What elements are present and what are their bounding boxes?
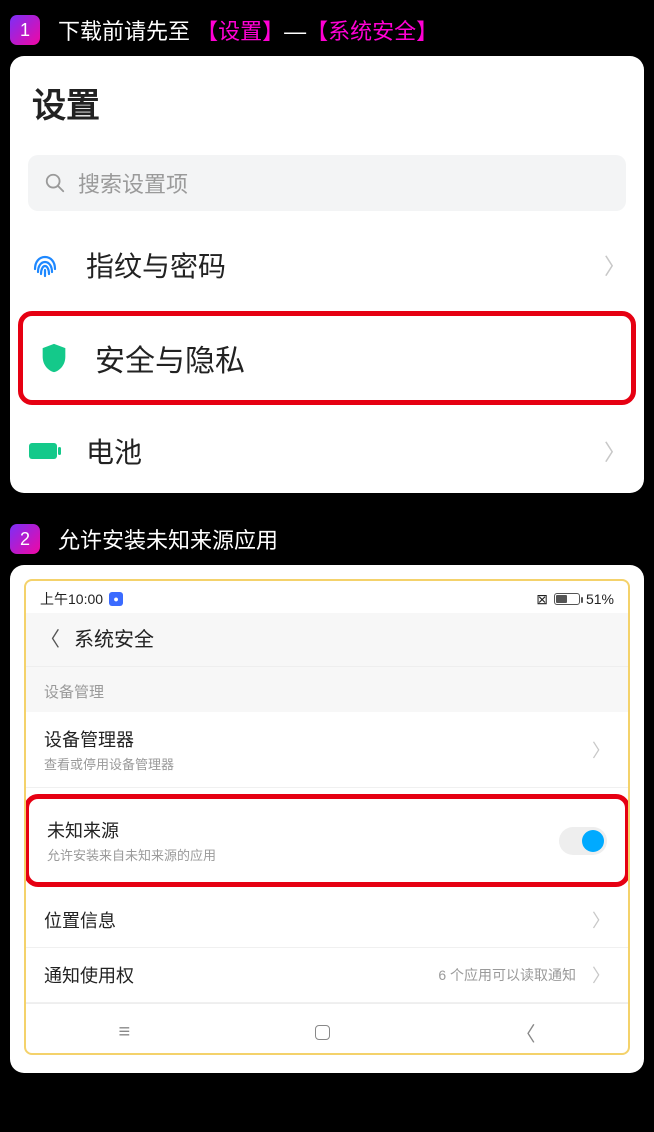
step1-title-accent2: 【系统安全】 bbox=[306, 19, 438, 44]
step1-title-accent1: 【设置】 bbox=[196, 19, 284, 44]
settings-row-label: 电池 bbox=[86, 431, 580, 471]
shield-icon bbox=[37, 341, 71, 375]
step2-badge: 2 bbox=[10, 524, 40, 554]
nav-recents-icon[interactable]: ≡ bbox=[119, 1021, 131, 1044]
row-subtitle: 允许安装来自未知来源的应用 bbox=[47, 845, 549, 864]
row-unknown-sources[interactable]: 未知来源 允许安装来自未知来源的应用 bbox=[24, 794, 630, 887]
battery-percent: 51% bbox=[586, 591, 614, 607]
status-notification-icon: ● bbox=[109, 592, 123, 606]
settings-row-fingerprint[interactable]: 指纹与密码 〉 bbox=[10, 223, 644, 307]
row-notification-access[interactable]: 通知使用权 6 个应用可以读取通知 〉 bbox=[26, 948, 628, 1003]
row-value: 6 个应用可以读取通知 bbox=[438, 965, 576, 985]
nav-back-icon[interactable]: 〈 bbox=[515, 1018, 535, 1047]
step1-title-plain: 下载前请先至 bbox=[58, 19, 190, 44]
chevron-right-icon: 〉 bbox=[604, 435, 626, 467]
search-icon bbox=[44, 172, 66, 194]
row-title: 位置信息 bbox=[44, 907, 582, 933]
phone-frame: 上午10:00 ● ⊠ 51% 〈 系统安全 设备管理 设备管理器 查看或停用设… bbox=[24, 579, 630, 1055]
row-title: 设备管理器 bbox=[44, 726, 582, 752]
status-time: 上午10:00 bbox=[40, 589, 103, 609]
chevron-right-icon: 〉 bbox=[592, 907, 610, 933]
settings-card: 设置 搜索设置项 指纹与密码 〉 安全与隐私 bbox=[10, 56, 644, 493]
step1-badge: 1 bbox=[10, 15, 40, 45]
chevron-right-icon: 〉 bbox=[592, 737, 610, 763]
settings-row-battery[interactable]: 电池 〉 bbox=[10, 409, 644, 493]
settings-row-label: 安全与隐私 bbox=[95, 336, 617, 380]
row-title: 通知使用权 bbox=[44, 962, 428, 988]
settings-search[interactable]: 搜索设置项 bbox=[28, 155, 626, 211]
battery-status-icon bbox=[554, 593, 580, 605]
step1-title-dash: — bbox=[284, 19, 306, 44]
search-placeholder: 搜索设置项 bbox=[78, 167, 188, 199]
fingerprint-icon bbox=[28, 248, 62, 282]
status-left: 上午10:00 ● bbox=[40, 589, 123, 609]
step1-title: 下载前请先至 【设置】—【系统安全】 bbox=[58, 14, 438, 46]
system-security-header: 〈 系统安全 bbox=[26, 613, 628, 667]
android-nav-bar: ≡ 〈 bbox=[26, 1003, 628, 1053]
step2-title: 允许安装未知来源应用 bbox=[58, 523, 278, 555]
system-security-title: 系统安全 bbox=[74, 623, 154, 652]
status-bar: 上午10:00 ● ⊠ 51% bbox=[26, 581, 628, 613]
chevron-right-icon: 〉 bbox=[592, 962, 610, 988]
battery-icon bbox=[28, 434, 62, 468]
settings-row-label: 指纹与密码 bbox=[86, 245, 580, 285]
settings-heading: 设置 bbox=[10, 56, 644, 137]
chevron-right-icon: 〉 bbox=[604, 249, 626, 281]
toggle-knob bbox=[582, 830, 604, 852]
system-security-card: 上午10:00 ● ⊠ 51% 〈 系统安全 设备管理 设备管理器 查看或停用设… bbox=[10, 565, 644, 1073]
close-square-icon: ⊠ bbox=[536, 591, 548, 608]
step1-header: 1 下载前请先至 【设置】—【系统安全】 bbox=[10, 14, 644, 46]
step2-header: 2 允许安装未知来源应用 bbox=[10, 523, 644, 555]
section-device-management-label: 设备管理 bbox=[26, 667, 628, 712]
unknown-sources-toggle[interactable] bbox=[559, 827, 607, 855]
status-right: ⊠ 51% bbox=[536, 591, 614, 608]
row-location[interactable]: 位置信息 〉 bbox=[26, 893, 628, 948]
row-device-manager[interactable]: 设备管理器 查看或停用设备管理器 〉 bbox=[26, 712, 628, 788]
nav-home-icon[interactable] bbox=[315, 1025, 330, 1040]
row-title: 未知来源 bbox=[47, 817, 549, 843]
back-icon[interactable]: 〈 bbox=[40, 623, 60, 652]
settings-row-security[interactable]: 安全与隐私 bbox=[18, 311, 636, 405]
row-subtitle: 查看或停用设备管理器 bbox=[44, 754, 582, 773]
